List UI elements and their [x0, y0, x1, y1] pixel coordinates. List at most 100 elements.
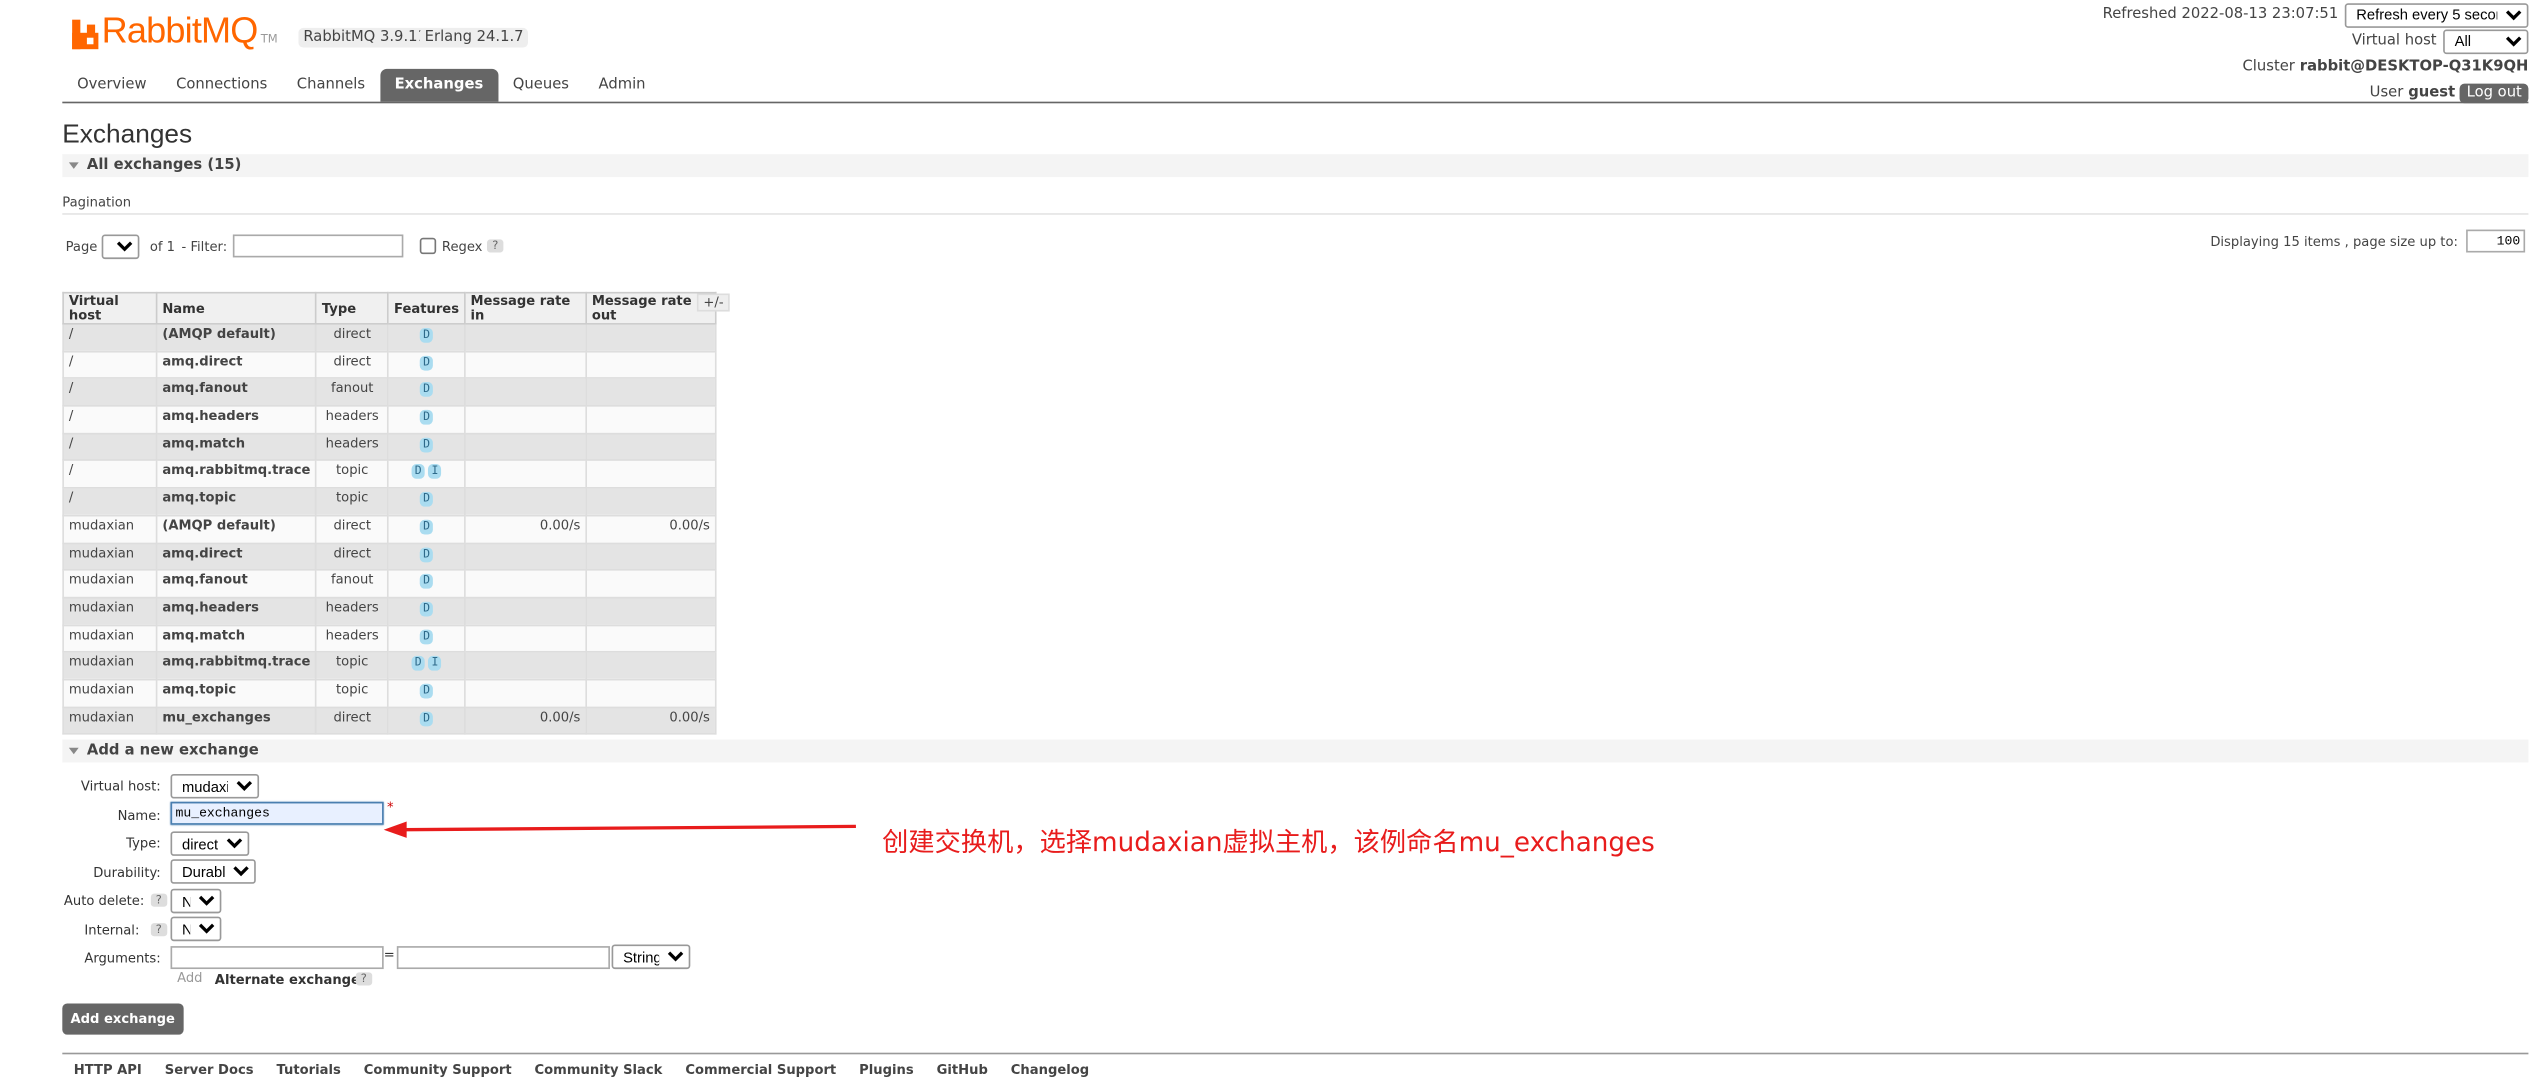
col-name[interactable]: Name: [155, 291, 317, 325]
add-exchange-toggle[interactable]: Add a new exchange: [62, 739, 2529, 763]
cell-features: D: [387, 350, 466, 380]
logo-trademark: TM: [260, 32, 278, 46]
footer-plugins[interactable]: Plugins: [859, 1063, 913, 1077]
col-type[interactable]: Type: [315, 291, 390, 325]
add-exchange-button[interactable]: Add exchange: [62, 1003, 184, 1035]
cell-exchange-name-link[interactable]: amq.fanout: [155, 569, 317, 599]
regex-checkbox[interactable]: [418, 237, 436, 255]
tab-connections[interactable]: Connections: [161, 69, 282, 102]
collapse-triangle-icon: [68, 747, 79, 755]
table-row[interactable]: / (AMQP default) direct D: [62, 323, 717, 353]
argument-key-input[interactable]: [170, 946, 384, 970]
cell-rate-out: [585, 350, 717, 380]
table-row[interactable]: mudaxian amq.match headers D: [62, 624, 717, 653]
table-header-row: Virtual host Name Type Features Message …: [62, 291, 717, 325]
cell-exchange-name-link[interactable]: (AMQP default): [155, 323, 317, 353]
footer-tutorials[interactable]: Tutorials: [277, 1063, 341, 1077]
table-row[interactable]: mudaxian (AMQP default) direct D 0.00/s 0.00/…: [62, 514, 717, 544]
alternate-exchange-help-icon[interactable]: ?: [355, 972, 372, 986]
cell-rate-out: [585, 487, 717, 517]
cell-exchange-name-link[interactable]: amq.direct: [155, 350, 317, 380]
exchange-name-input[interactable]: [170, 801, 384, 825]
footer-commercial-support[interactable]: Commercial Support: [685, 1063, 836, 1077]
internal-help-icon[interactable]: ?: [150, 923, 167, 937]
cell-features: D: [387, 624, 466, 653]
cell-exchange-name-link[interactable]: amq.match: [155, 432, 317, 462]
all-exchanges-toggle[interactable]: All exchanges (15): [62, 154, 2529, 178]
internal-select[interactable]: No: [170, 916, 222, 942]
cell-features: D: [387, 706, 466, 736]
cell-exchange-name-link[interactable]: amq.direct: [155, 541, 317, 571]
table-row[interactable]: mudaxian amq.rabbitmq.trace topic D I: [62, 651, 717, 681]
cell-exchange-name-link[interactable]: amq.headers: [155, 596, 317, 626]
durable-badge: D: [419, 437, 434, 453]
table-row[interactable]: / amq.rabbitmq.trace topic D I: [62, 459, 717, 489]
argument-type-select[interactable]: String: [611, 944, 691, 970]
add-argument-link[interactable]: Add: [177, 971, 202, 986]
table-row[interactable]: / amq.fanout fanout D: [62, 377, 717, 407]
vhost-filter-select[interactable]: All: [2443, 28, 2529, 54]
page-select[interactable]: 1: [102, 233, 140, 259]
table-row[interactable]: mudaxian amq.topic topic D: [62, 678, 717, 708]
regex-help-icon[interactable]: ?: [487, 239, 504, 253]
table-row[interactable]: mudaxian mu_exchanges direct D 0.00/s 0.00/s: [62, 706, 717, 736]
columns-toggle-button[interactable]: +/-: [696, 293, 731, 312]
auto-delete-help-icon[interactable]: ?: [150, 893, 167, 907]
page-title: Exchanges: [62, 121, 193, 150]
page-size-input[interactable]: [2466, 229, 2526, 253]
table-row[interactable]: / amq.headers headers D: [62, 405, 717, 435]
table-row[interactable]: / amq.topic topic D: [62, 487, 717, 517]
cell-exchange-name-link[interactable]: amq.topic: [155, 487, 317, 517]
cell-exchange-name-link[interactable]: (AMQP default): [155, 514, 317, 544]
refresh-interval-select[interactable]: Refresh every 5 seconds: [2344, 2, 2529, 28]
tab-admin[interactable]: Admin: [584, 69, 661, 102]
table-row[interactable]: / amq.match headers D: [62, 432, 717, 462]
durability-select[interactable]: Durable: [170, 859, 256, 884]
cell-vhost: mudaxian: [62, 596, 158, 626]
vhost-field-select[interactable]: mudaxian: [170, 773, 260, 799]
footer-changelog[interactable]: Changelog: [1011, 1063, 1089, 1077]
filter-input[interactable]: [232, 234, 403, 258]
exchange-type-select[interactable]: direct: [170, 831, 250, 856]
cell-exchange-name-link[interactable]: amq.rabbitmq.trace: [155, 459, 317, 489]
cell-rate-in: [463, 596, 587, 626]
cell-rate-in: [463, 459, 587, 489]
col-rate-in[interactable]: Message rate in: [463, 291, 587, 325]
cell-exchange-name-link[interactable]: amq.rabbitmq.trace: [155, 651, 317, 681]
footer-server-docs[interactable]: Server Docs: [165, 1063, 254, 1077]
cell-type: topic: [315, 487, 390, 517]
footer-community-support[interactable]: Community Support: [364, 1063, 512, 1077]
cell-exchange-name-link[interactable]: mu_exchanges: [155, 706, 317, 736]
cell-exchange-name-link[interactable]: amq.match: [155, 624, 317, 653]
cell-exchange-name-link[interactable]: amq.headers: [155, 405, 317, 435]
table-row[interactable]: / amq.direct direct D: [62, 350, 717, 380]
tab-exchanges[interactable]: Exchanges: [379, 68, 499, 102]
cell-exchange-name-link[interactable]: amq.fanout: [155, 377, 317, 407]
col-virtual-host[interactable]: Virtual host: [62, 291, 158, 325]
tab-channels[interactable]: Channels: [282, 69, 380, 102]
tab-overview[interactable]: Overview: [62, 69, 161, 102]
argument-value-input[interactable]: [396, 946, 610, 970]
collapse-triangle-icon: [68, 162, 79, 169]
rabbitmq-logo[interactable]: RabbitMQ TM: [72, 10, 278, 50]
alternate-exchange-link[interactable]: Alternate exchange: [215, 972, 360, 987]
footer-http-api[interactable]: HTTP API: [74, 1063, 142, 1077]
cell-rate-out: [585, 569, 717, 599]
table-row[interactable]: mudaxian amq.headers headers D: [62, 596, 717, 626]
cell-rate-out: [585, 432, 717, 462]
tab-divider: [62, 101, 2529, 104]
tab-queues[interactable]: Queues: [498, 69, 584, 102]
durable-badge: D: [419, 546, 434, 562]
cell-vhost: /: [62, 459, 158, 489]
footer-community-slack[interactable]: Community Slack: [535, 1063, 663, 1077]
auto-delete-select[interactable]: No: [170, 888, 222, 914]
cell-type: headers: [315, 405, 390, 435]
table-row[interactable]: mudaxian amq.direct direct D: [62, 541, 717, 571]
refreshed-timestamp: Refreshed 2022-08-13 23:07:51: [2102, 6, 2339, 23]
logout-button[interactable]: Log out: [2460, 83, 2529, 104]
table-row[interactable]: mudaxian amq.fanout fanout D: [62, 569, 717, 599]
durable-badge: D: [419, 711, 434, 726]
footer-github[interactable]: GitHub: [937, 1063, 988, 1077]
cell-rate-in: [463, 651, 587, 681]
cell-exchange-name-link[interactable]: amq.topic: [155, 678, 317, 708]
